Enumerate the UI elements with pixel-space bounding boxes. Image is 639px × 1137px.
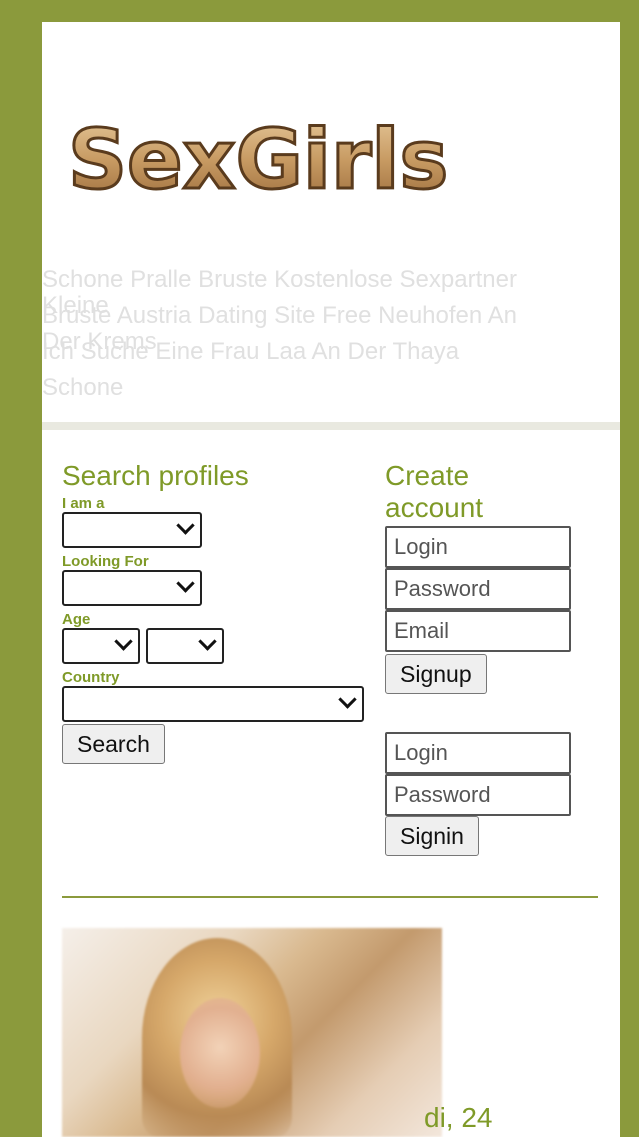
signin-login-input[interactable]: Login: [385, 732, 571, 774]
search-button[interactable]: Search: [62, 724, 165, 764]
chevron-down-icon: [338, 690, 357, 709]
age-min-select[interactable]: [62, 628, 140, 664]
header-line-4: Schone: [42, 374, 124, 401]
i-am-select[interactable]: [62, 512, 202, 548]
chevron-down-icon: [176, 516, 195, 535]
search-title: Search profiles: [62, 460, 249, 491]
chevron-down-icon: [176, 574, 195, 593]
page-frame-top: [0, 0, 639, 9]
looking-for-label: Looking For: [62, 553, 149, 570]
signin-button[interactable]: Signin: [385, 816, 479, 856]
signup-button[interactable]: Signup: [385, 654, 487, 694]
section-divider: [62, 896, 598, 898]
logo-text: SexGirls: [68, 113, 448, 208]
site-header: SexGirls Schone Pralle Bruste Kostenlose…: [42, 22, 620, 422]
profile-photo[interactable]: [62, 928, 442, 1137]
main-content: Search profiles I am a Looking For Age C…: [42, 430, 620, 1137]
signup-email-input[interactable]: Email: [385, 610, 571, 652]
create-account-title-line-1: Create: [385, 460, 470, 491]
create-account-title-line-2: account: [385, 492, 484, 523]
signup-password-input[interactable]: Password: [385, 568, 571, 610]
photo-face: [180, 998, 260, 1108]
header-line-3b: Ich Suche Eine Frau Laa An Der Thaya: [42, 338, 460, 365]
profile-name-age[interactable]: di, 24: [424, 1102, 493, 1134]
site-logo[interactable]: SexGirls: [62, 100, 522, 210]
i-am-label: I am a: [62, 495, 105, 512]
chevron-down-icon: [114, 632, 133, 651]
header-line-1: Schone Pralle Bruste Kostenlose Sexpartn…: [42, 266, 517, 293]
country-select[interactable]: [62, 686, 364, 722]
header-keywords: Schone Pralle Bruste Kostenlose Sexpartn…: [42, 262, 620, 406]
country-label: Country: [62, 669, 120, 686]
age-max-select[interactable]: [146, 628, 225, 664]
page-frame-left: [0, 0, 10, 1137]
signin-password-input[interactable]: Password: [385, 774, 571, 816]
looking-for-select[interactable]: [62, 570, 202, 606]
create-account-panel: Create account Login Password Email Sign…: [385, 460, 585, 856]
page-frame-strip: [10, 0, 42, 1137]
age-label: Age: [62, 611, 91, 628]
search-profiles-panel: Search profiles I am a Looking For Age C…: [62, 460, 372, 764]
header-divider: [42, 422, 620, 430]
signup-login-input[interactable]: Login: [385, 526, 571, 568]
chevron-down-icon: [198, 632, 218, 651]
